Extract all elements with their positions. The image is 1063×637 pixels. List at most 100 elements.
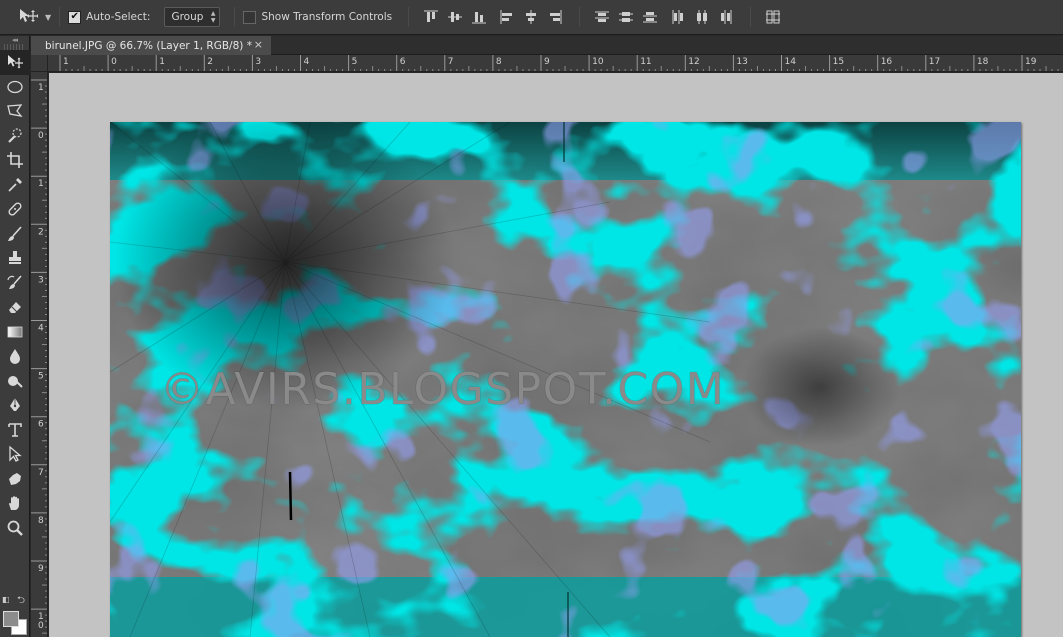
- type-tool[interactable]: [0, 418, 30, 443]
- ruler-h-label: 1: [63, 57, 69, 67]
- align-hcenter-icon: [526, 10, 537, 24]
- bandage-icon: [8, 202, 22, 216]
- collapse-panel-icon[interactable]: ◂◂: [0, 36, 29, 44]
- vertical-ruler[interactable]: 1012345678910: [31, 72, 48, 637]
- align-right-edges-button[interactable]: [547, 9, 563, 25]
- panel-grip[interactable]: [4, 44, 25, 50]
- ruler-v-label: 3: [38, 275, 44, 285]
- brush-tool[interactable]: [0, 222, 30, 247]
- brush-icon: [8, 226, 22, 241]
- hand-icon: [9, 496, 19, 511]
- quick-selection-icon: [8, 128, 22, 143]
- dropdown-value: Group: [171, 11, 204, 23]
- distribute-top-edges-button[interactable]: [594, 9, 610, 25]
- align-bottom-edges-button[interactable]: [471, 9, 487, 25]
- ruler-v-label: 1: [38, 179, 44, 189]
- chevron-down-icon: ▼: [45, 12, 52, 22]
- history-brush-tool[interactable]: [0, 271, 30, 296]
- quick-selection-tool[interactable]: [0, 124, 30, 149]
- default-colors-icon[interactable]: ◧: [2, 595, 10, 604]
- ruler-h-label: 7: [448, 57, 454, 67]
- show-transform-controls-checkbox[interactable]: [243, 10, 257, 24]
- move-tool-preset-picker[interactable]: ▼: [18, 8, 51, 27]
- ruler-h-label: 5: [352, 57, 358, 67]
- path-selection-tool[interactable]: [0, 442, 30, 467]
- ruler-h-label: 13: [736, 57, 747, 67]
- ruler-h-label: 9: [544, 57, 550, 67]
- align-vcenter-icon: [448, 12, 463, 22]
- ruler-h-label: 4: [304, 57, 310, 67]
- foreground-color-swatch[interactable]: [3, 611, 19, 627]
- ruler-v-label: 2: [38, 227, 44, 237]
- align-horizontal-buttons: [499, 9, 563, 25]
- ruler-v-label: 5: [38, 372, 44, 382]
- close-icon[interactable]: ×: [254, 38, 263, 51]
- watermark-text: ©AVIRS.BLOGSPOT.COM: [160, 364, 726, 415]
- auto-select-target-dropdown[interactable]: Group ▲ ▼: [164, 7, 221, 27]
- ruler-h-label: 14: [785, 57, 797, 67]
- canvas-area[interactable]: ©AVIRS.BLOGSPOT.COM: [49, 73, 1063, 637]
- distribute-bottom-edges-button[interactable]: [642, 9, 658, 25]
- ruler-h-label: 12: [688, 57, 699, 67]
- elliptical-marquee-icon: [7, 80, 23, 93]
- tools-panel: ◂◂ ◧ ⮌: [0, 36, 30, 637]
- horizontal-ruler[interactable]: 1 0 1 2 3 4 5 6 7 8 9 10 11 12 13 14 15 16 17 18 19: [48, 55, 1063, 72]
- ruler-origin[interactable]: [31, 55, 48, 72]
- ruler-h-label: 19: [1025, 57, 1037, 67]
- dodge-tool[interactable]: [0, 369, 30, 394]
- move-tool[interactable]: [0, 50, 30, 75]
- dark-mark: [288, 471, 293, 521]
- distribute-hcenter-icon: [697, 10, 708, 24]
- lasso-tool[interactable]: [0, 99, 30, 124]
- blur-tool[interactable]: [0, 344, 30, 369]
- align-top-edges-button[interactable]: [423, 9, 439, 25]
- stepper-arrows-icon: ▲ ▼: [210, 10, 216, 24]
- gradient-icon: [7, 326, 23, 338]
- swap-colors-icon[interactable]: ⮌: [17, 593, 25, 610]
- stamp-icon: [9, 251, 21, 265]
- distribute-right-icon: [721, 10, 732, 24]
- distribute-vertical-centers-button[interactable]: [618, 9, 634, 25]
- distribute-right-edges-button[interactable]: [718, 9, 734, 25]
- ruler-h-label: 18: [977, 57, 989, 67]
- color-swatches: ◧ ⮌: [0, 593, 30, 637]
- gradient-tool[interactable]: [0, 320, 30, 345]
- ruler-v-label: 7: [38, 468, 44, 478]
- ruler-v-label: 0: [38, 131, 44, 141]
- ruler-h-label: 3: [255, 57, 261, 67]
- ruler-v-label: 8: [38, 516, 44, 526]
- ruler-v-label: 4: [38, 324, 44, 334]
- eyedropper-tool[interactable]: [0, 173, 30, 198]
- ruler-v-label: 0: [38, 621, 44, 631]
- distribute-left-edges-button[interactable]: [670, 9, 686, 25]
- document-canvas[interactable]: ©AVIRS.BLOGSPOT.COM: [110, 122, 1021, 637]
- magnifier-icon: [7, 520, 23, 536]
- dodge-icon: [8, 375, 23, 388]
- align-horizontal-centers-button[interactable]: [523, 9, 539, 25]
- separator: [234, 7, 236, 27]
- separator: [750, 7, 752, 27]
- zoom-tool[interactable]: [0, 516, 30, 541]
- auto-align-layers-button[interactable]: [765, 9, 781, 25]
- path-selection-icon: [9, 445, 22, 463]
- separator: [408, 7, 410, 27]
- pen-icon: [10, 398, 20, 412]
- pen-tool[interactable]: [0, 393, 30, 418]
- options-bar: ▼ ✔ Auto-Select: Group ▲ ▼ Show Transform…: [0, 0, 1063, 35]
- crop-tool[interactable]: [0, 148, 30, 173]
- custom-shape-tool[interactable]: [0, 467, 30, 492]
- marquee-tool[interactable]: [0, 75, 30, 100]
- ruler-h-label: 0: [111, 57, 117, 67]
- align-vertical-centers-button[interactable]: [447, 9, 463, 25]
- auto-select-checkbox[interactable]: ✔: [68, 10, 82, 24]
- healing-brush-tool[interactable]: [0, 197, 30, 222]
- distribute-horizontal-centers-button[interactable]: [694, 9, 710, 25]
- auto-align-icon: [766, 10, 781, 24]
- clone-stamp-tool[interactable]: [0, 246, 30, 271]
- document-tab[interactable]: birunel.JPG @ 66.7% (Layer 1, RGB/8) * ×: [31, 36, 271, 55]
- eraser-tool[interactable]: [0, 295, 30, 320]
- ruler-h-label: 1: [159, 57, 165, 67]
- crop-icon: [7, 152, 23, 169]
- hand-tool[interactable]: [0, 491, 30, 516]
- align-left-edges-button[interactable]: [499, 9, 515, 25]
